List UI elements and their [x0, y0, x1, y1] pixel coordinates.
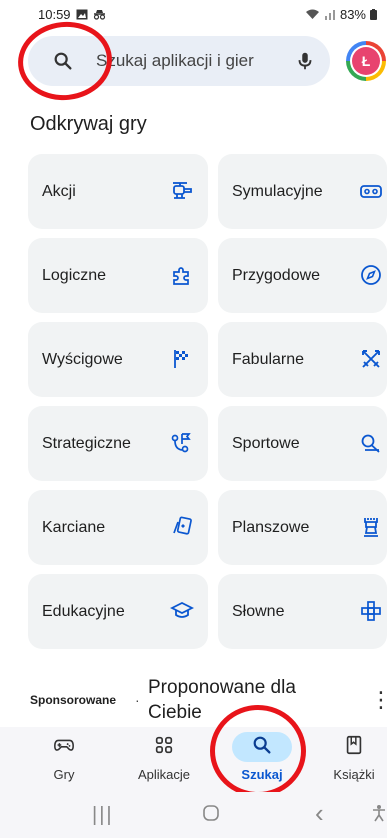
account-avatar[interactable]: Ł: [346, 41, 386, 81]
search-bar[interactable]: [28, 36, 330, 86]
helicopter-icon: [170, 179, 194, 203]
sponsored-section: Sponsorowane · Proponowane dla Ciebie ⋮: [30, 675, 387, 727]
incognito-icon: [93, 9, 106, 20]
mic-icon[interactable]: [294, 50, 316, 72]
separator-dot: ·: [135, 692, 140, 708]
compass-icon: [359, 263, 383, 287]
category-label: Planszowe: [232, 518, 310, 536]
status-bar: 10:59 83%: [0, 0, 387, 28]
category-label: Fabularne: [232, 350, 305, 368]
chess-rook-icon: [359, 515, 383, 539]
category-label: Edukacyjne: [42, 602, 125, 620]
category-label: Logiczne: [42, 266, 107, 284]
nav-label: Aplikacje: [137, 767, 191, 782]
category-label: Akcji: [42, 182, 76, 200]
nav-item-szukaj[interactable]: Szukaj: [232, 727, 292, 792]
category-tile-sportowe[interactable]: Sportowe: [218, 406, 387, 481]
search-icon: [251, 734, 273, 761]
category-label: Przygodowe: [232, 266, 321, 284]
category-tile-akcji[interactable]: Akcji: [28, 154, 208, 229]
category-label: Strategiczne: [42, 434, 131, 452]
checkered-flag-icon: [170, 347, 194, 371]
signal-icon: [324, 9, 336, 20]
strategy-icon: [170, 431, 194, 455]
battery-percent: 83%: [339, 6, 366, 22]
category-tile-przygodowe[interactable]: Przygodowe: [218, 238, 387, 313]
category-label: Słowne: [232, 602, 285, 620]
battery-icon: [370, 8, 377, 20]
home-button[interactable]: [202, 804, 220, 828]
category-tile-slowne[interactable]: Słowne: [218, 574, 387, 649]
search-input[interactable]: [96, 51, 294, 71]
whistle-icon: [359, 431, 383, 455]
vr-headset-icon: [359, 179, 383, 203]
word-grid-icon: [359, 599, 383, 623]
nav-item-aplikacje[interactable]: Aplikacje: [126, 727, 202, 792]
wifi-icon: [305, 9, 320, 20]
graduation-cap-icon: [169, 599, 195, 623]
system-nav-bar: ||| ‹: [0, 792, 387, 838]
apps-icon: [153, 734, 175, 761]
nav-item-gry[interactable]: Gry: [34, 727, 94, 792]
cards-icon: [170, 515, 194, 539]
suggested-title: Proponowane dla Ciebie: [148, 677, 296, 723]
recents-button[interactable]: |||: [92, 804, 114, 827]
category-tile-edukacyjne[interactable]: Edukacyjne: [28, 574, 208, 649]
nav-item-ksiazki[interactable]: Książki: [321, 727, 387, 792]
category-tile-karciane[interactable]: Karciane: [28, 490, 208, 565]
accessibility-icon[interactable]: [372, 804, 386, 828]
nav-label: Szukaj: [241, 767, 283, 782]
puzzle-icon: [170, 263, 194, 287]
category-label: Wyścigowe: [42, 350, 123, 368]
section-title: Odkrywaj gry: [30, 113, 147, 135]
sponsored-label: Sponsorowane: [30, 693, 117, 707]
search-row: Ł: [28, 36, 387, 86]
crossed-swords-icon: [359, 347, 383, 371]
avatar-letter: Ł: [352, 47, 380, 75]
category-label: Symulacyjne: [232, 182, 323, 200]
nav-label: Gry: [53, 767, 75, 782]
back-button[interactable]: ‹: [315, 798, 324, 829]
category-tile-strategiczne[interactable]: Strategiczne: [28, 406, 208, 481]
status-time: 10:59: [38, 6, 71, 22]
bottom-nav: Gry Aplikacje Szukaj Książki: [0, 727, 387, 792]
gamepad-icon: [53, 734, 75, 761]
category-tile-logiczne[interactable]: Logiczne: [28, 238, 208, 313]
more-vert-icon[interactable]: ⋮: [370, 687, 387, 712]
category-tile-symulacyjne[interactable]: Symulacyjne: [218, 154, 387, 229]
bookmark-book-icon: [343, 734, 365, 761]
category-tile-wyscigowe[interactable]: Wyścigowe: [28, 322, 208, 397]
category-tile-fabularne[interactable]: Fabularne: [218, 322, 387, 397]
nav-label: Książki: [333, 767, 375, 782]
category-label: Sportowe: [232, 434, 300, 452]
category-label: Karciane: [42, 518, 106, 536]
search-icon[interactable]: [52, 50, 74, 72]
category-tile-planszowe[interactable]: Planszowe: [218, 490, 387, 565]
gallery-icon: [76, 9, 88, 20]
